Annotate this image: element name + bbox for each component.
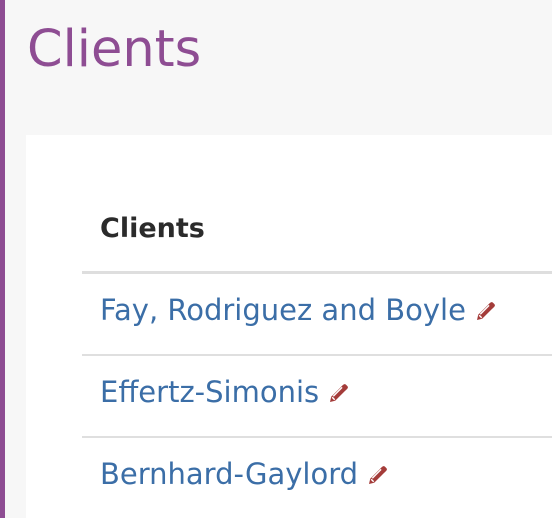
left-accent-bar [0, 0, 5, 518]
pencil-icon[interactable] [474, 299, 498, 323]
client-link-fay-rodriguez-boyle[interactable]: Fay, Rodriguez and Boyle [100, 296, 466, 325]
client-row-2: Effertz-Simonis [82, 356, 552, 438]
client-cell-1: Fay, Rodriguez and Boyle [100, 296, 498, 325]
client-cell-2: Effertz-Simonis [100, 378, 351, 407]
pencil-icon[interactable] [366, 463, 390, 487]
table-header-row: Clients [82, 191, 552, 274]
client-link-bernhard-gaylord[interactable]: Bernhard-Gaylord [100, 460, 358, 489]
client-cell-3: Bernhard-Gaylord [100, 460, 390, 489]
pencil-icon[interactable] [327, 381, 351, 405]
client-row-3: Bernhard-Gaylord [82, 438, 552, 518]
client-link-effertz-simonis[interactable]: Effertz-Simonis [100, 378, 319, 407]
clients-table: Clients Fay, Rodriguez and Boyle Effertz… [82, 191, 552, 518]
client-row-1: Fay, Rodriguez and Boyle [82, 274, 552, 356]
page-title: Clients [27, 20, 202, 79]
content-panel: Clients Fay, Rodriguez and Boyle Effertz… [26, 135, 552, 518]
clients-column-header: Clients [100, 213, 205, 244]
